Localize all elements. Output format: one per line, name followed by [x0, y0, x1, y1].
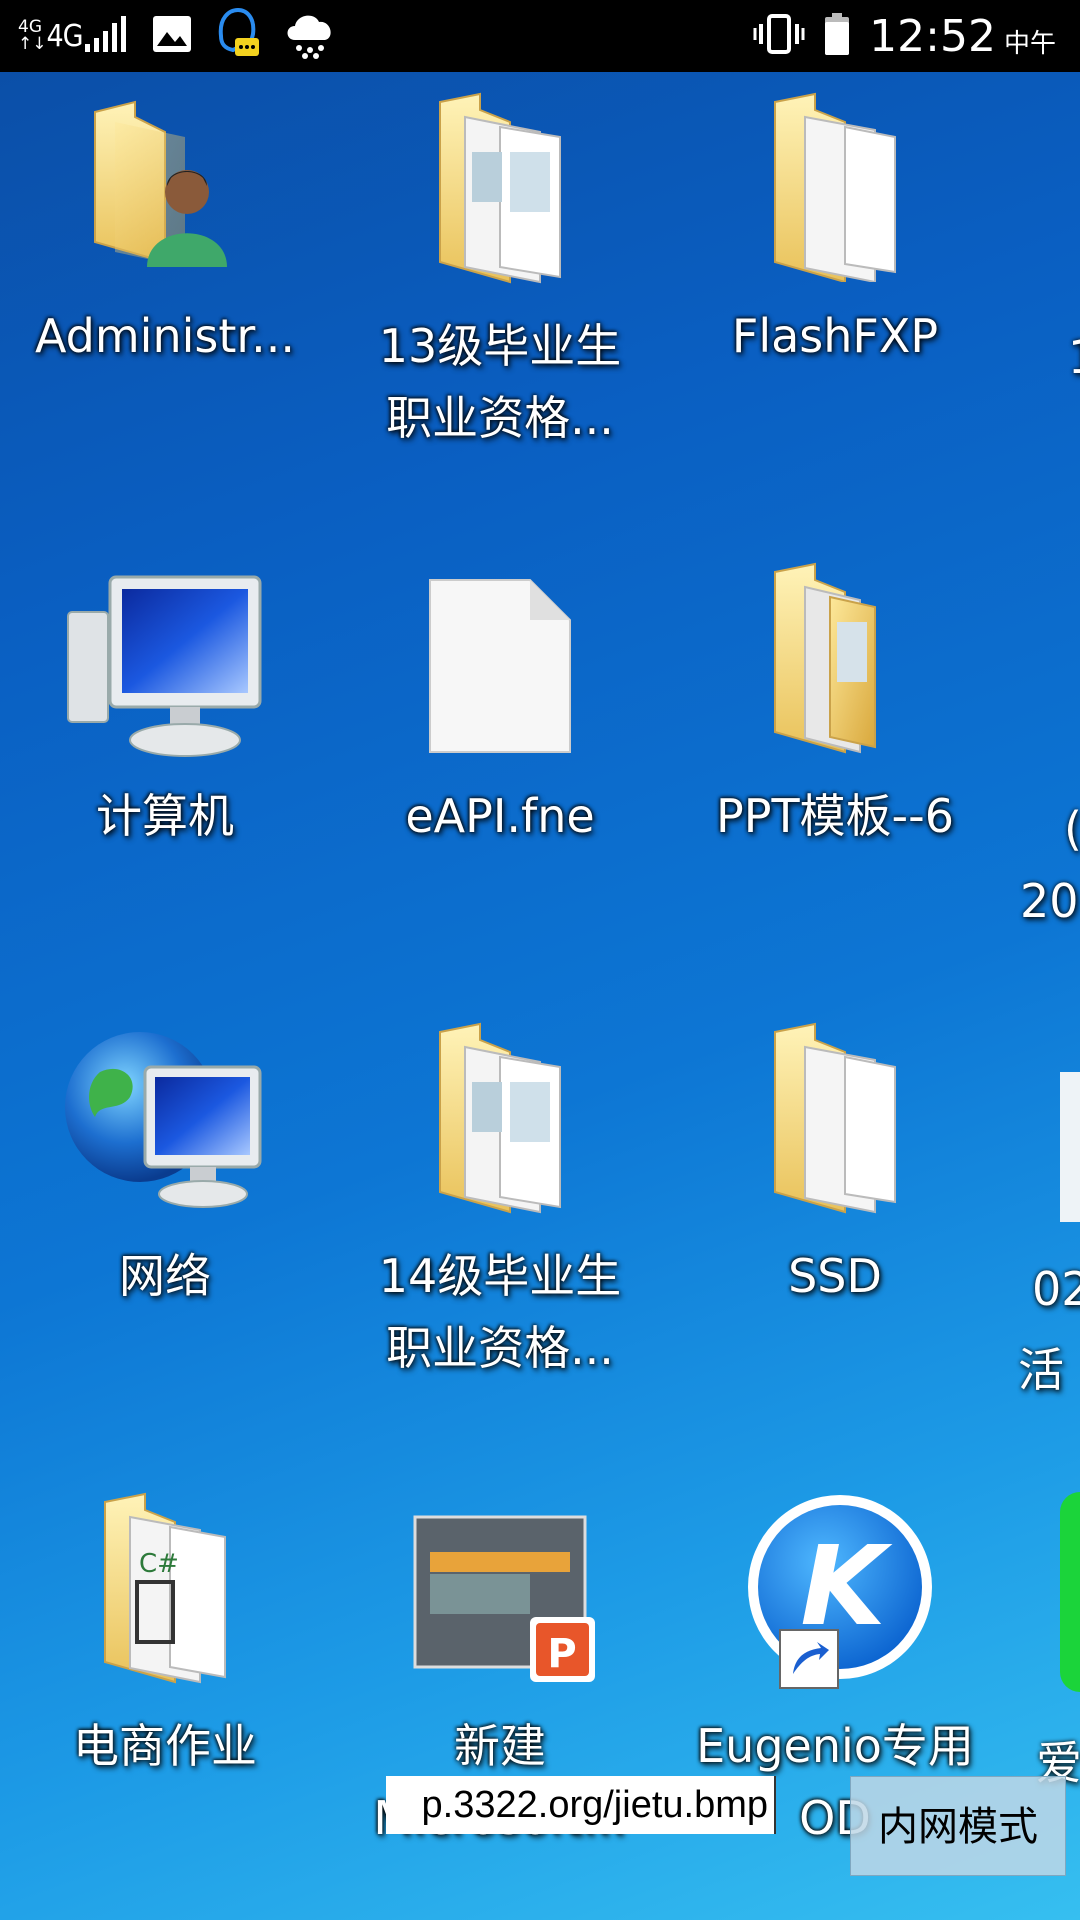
- status-bar-right: 12:52 中午: [753, 8, 1056, 64]
- icon-label: 13级毕业生: [378, 319, 622, 373]
- partial-label: 1: [1068, 330, 1080, 384]
- icon-label: 网络: [119, 1249, 211, 1303]
- desktop-icon-ecommerce-homework[interactable]: C# 电商作业: [5, 1482, 325, 1782]
- icon-label: Administr...: [35, 309, 295, 363]
- partial-app-icon: [1060, 1492, 1080, 1692]
- icon-label: PPT模板--6: [715, 789, 955, 843]
- url-input[interactable]: p.3322.org/jietu.bmp: [386, 1776, 776, 1834]
- svg-text:C#: C#: [139, 1549, 179, 1579]
- icon-label: 计算机: [96, 789, 234, 843]
- partial-file-icon: [1060, 1072, 1080, 1222]
- status-bar: 4G ↑↓ 4G 12:52 中午: [0, 0, 1080, 72]
- desktop-icon-ssd[interactable]: SSD: [675, 1012, 995, 1312]
- desktop-icon-14-graduates[interactable]: 14级毕业生 职业资格...: [340, 1012, 660, 1384]
- code-folder-icon: C#: [104, 1492, 226, 1684]
- partial-label: 20: [1020, 874, 1079, 928]
- network-type-small: 4G ↑↓: [18, 17, 47, 54]
- blank-file-icon: [429, 579, 571, 753]
- partial-label: 活: [1018, 1343, 1064, 1397]
- icon-label: 新建: [454, 1719, 546, 1773]
- icon-label: 14级毕业生: [378, 1249, 622, 1303]
- signal-icon: [83, 14, 129, 58]
- icon-label-line2: 职业资格...: [386, 1321, 614, 1375]
- partial-label: 02: [1032, 1262, 1080, 1316]
- partial-label: (: [1064, 802, 1080, 856]
- clock-period: 中午: [1003, 28, 1056, 59]
- desktop: Administr... 13级毕业生 职业资格... FlashFXP 计算机…: [0, 72, 1080, 1920]
- documents-folder-icon: [439, 92, 561, 284]
- desktop-icon-administrator[interactable]: Administr...: [5, 82, 325, 372]
- status-bar-left: 4G ↑↓ 4G: [18, 7, 337, 64]
- clock-time: 12:52: [869, 10, 996, 62]
- folder-icon: [774, 1022, 896, 1214]
- gallery-notification-icon: [151, 14, 193, 58]
- documents-folder-icon: [774, 562, 876, 754]
- chat-notification-icon: [215, 7, 261, 64]
- svg-text:P: P: [547, 1631, 576, 1677]
- computer-icon: [67, 575, 262, 757]
- battery-icon: [823, 12, 851, 60]
- user-folder-icon: [94, 100, 227, 267]
- icon-label: eAPI.fne: [405, 789, 595, 843]
- desktop-icon-network[interactable]: 网络: [5, 1022, 325, 1312]
- desktop-icon-ppt-template[interactable]: PPT模板--6: [675, 552, 995, 852]
- icon-label: 电商作业: [73, 1719, 257, 1773]
- desktop-icon-eapi[interactable]: eAPI.fne: [340, 572, 660, 852]
- intranet-mode-button[interactable]: 内网模式: [850, 1776, 1066, 1876]
- folder-icon: [774, 92, 896, 282]
- desktop-icon-computer[interactable]: 计算机: [5, 572, 325, 852]
- network-icon: [65, 1032, 262, 1208]
- icon-label: SSD: [788, 1249, 882, 1303]
- icon-label-line2: 职业资格...: [386, 391, 614, 445]
- documents-folder-icon: [439, 1022, 561, 1214]
- kugou-shortcut-icon: K: [748, 1495, 932, 1689]
- desktop-icon-flashfxp[interactable]: FlashFXP: [675, 82, 995, 372]
- icon-label: Eugenio专用: [696, 1719, 974, 1773]
- icon-label: FlashFXP: [731, 309, 939, 363]
- network-type: 4G: [46, 18, 84, 54]
- desktop-icon-13-graduates[interactable]: 13级毕业生 职业资格...: [340, 82, 660, 454]
- vibrate-icon: [753, 12, 805, 60]
- weather-icon: [283, 8, 337, 64]
- powerpoint-file-icon: P: [413, 1515, 595, 1682]
